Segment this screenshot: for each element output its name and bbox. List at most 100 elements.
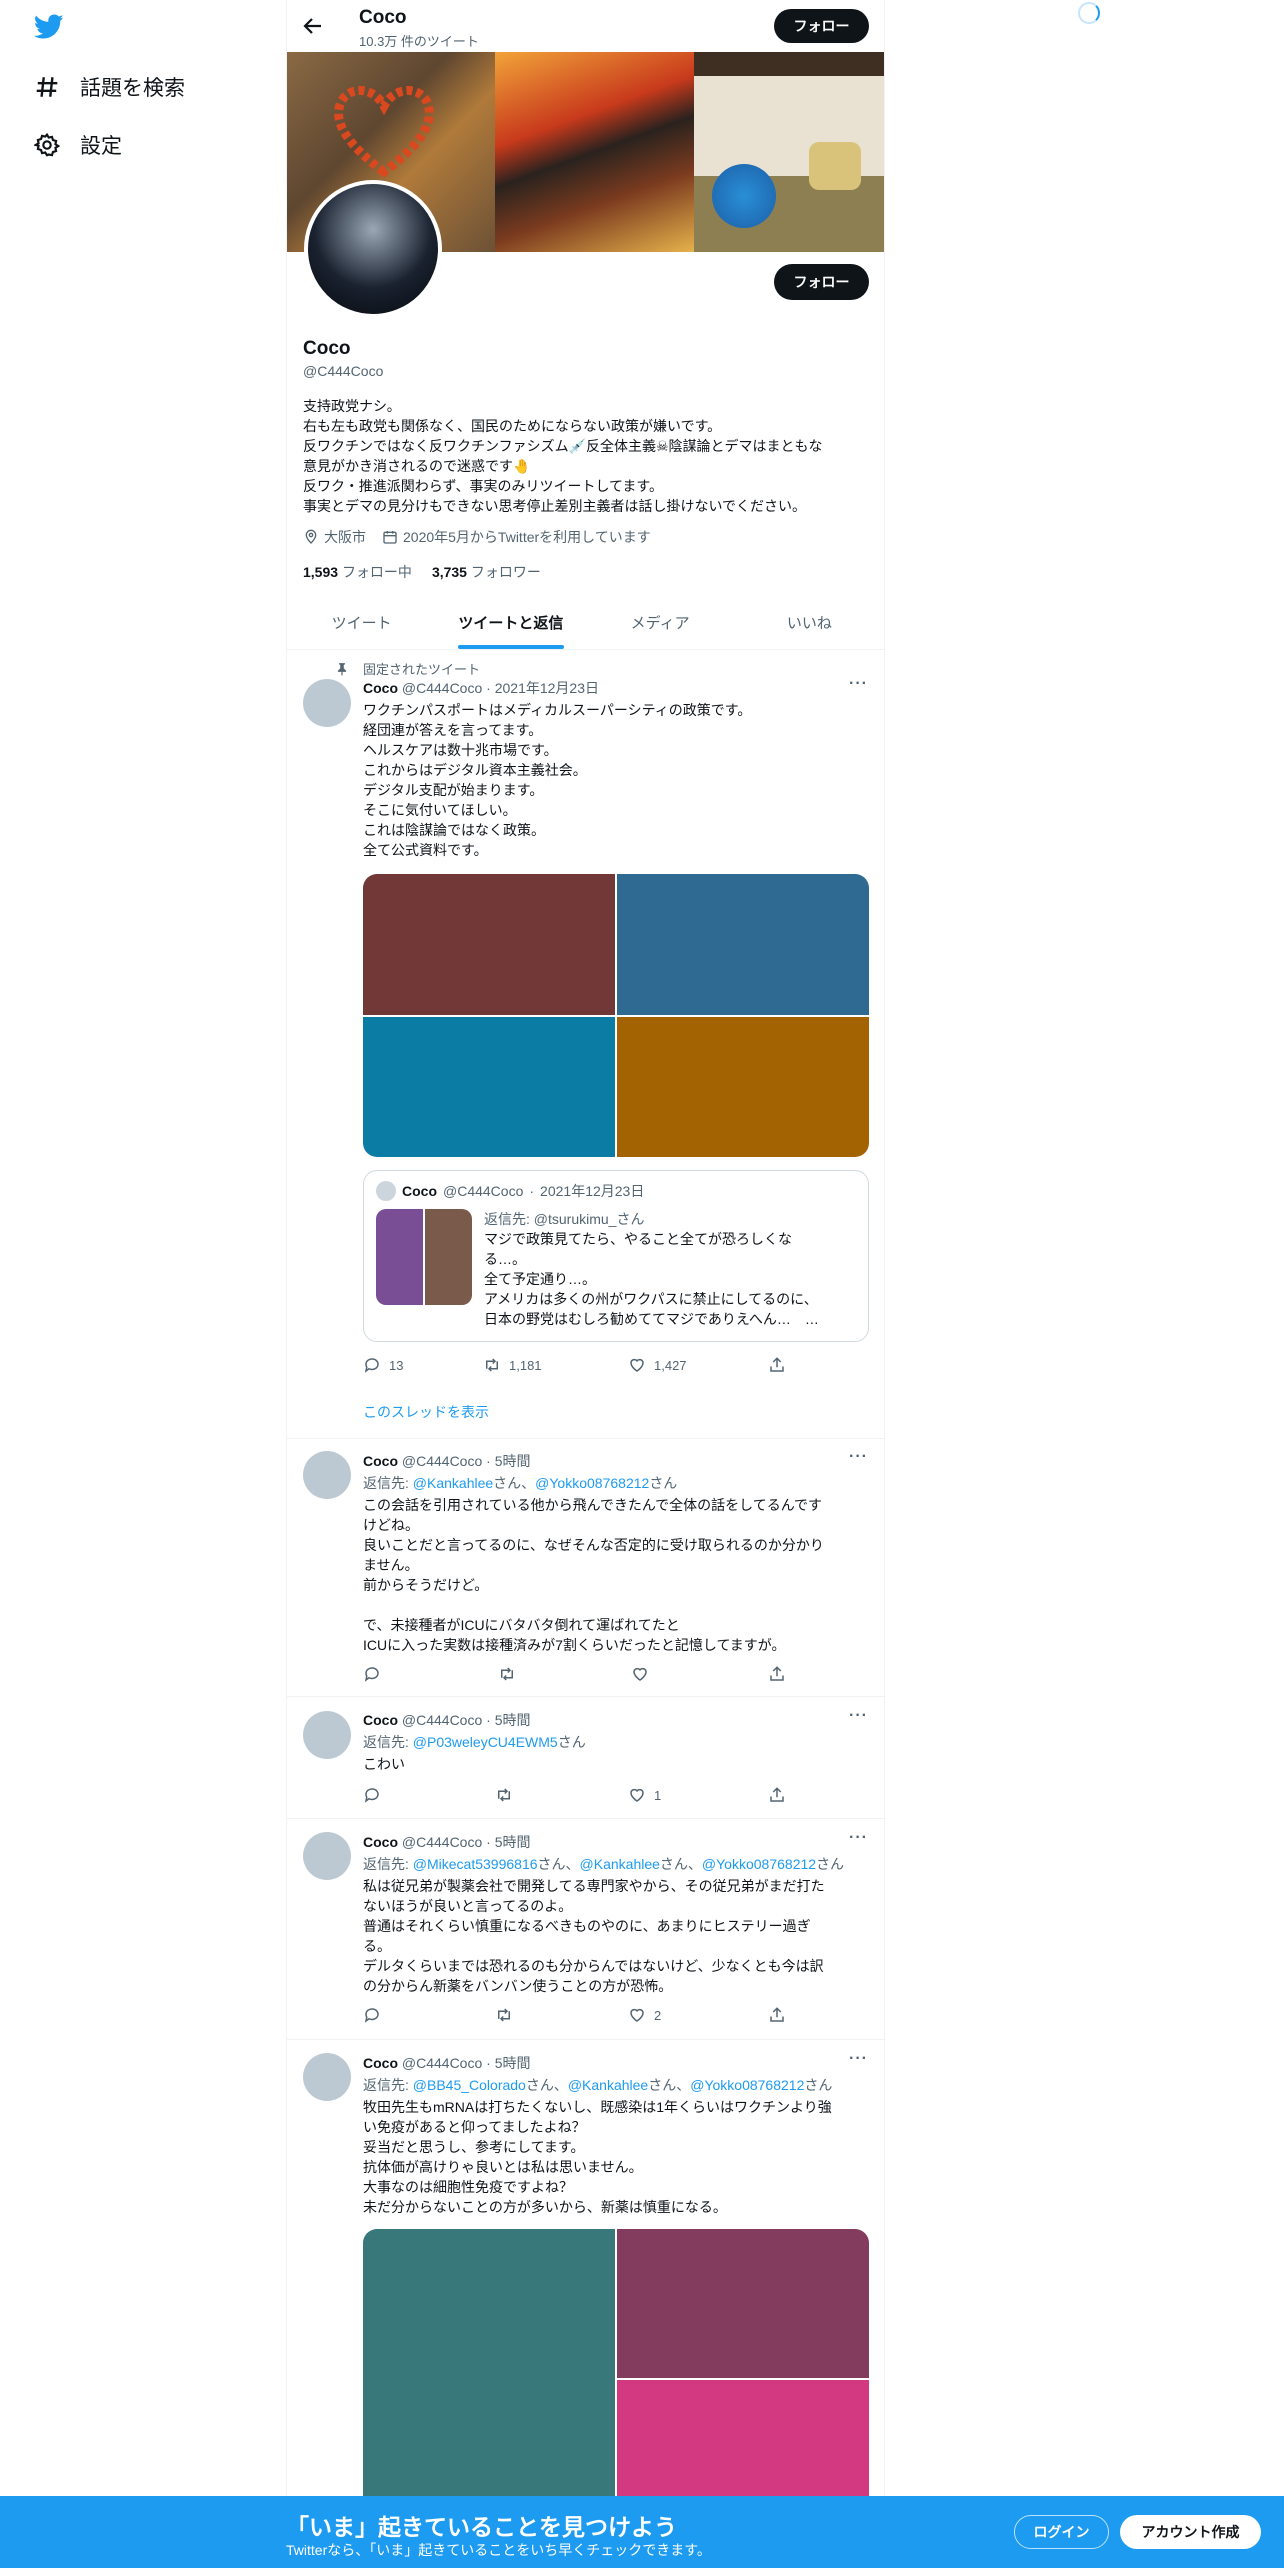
reply-user-link[interactable]: @Yokko08768212 <box>535 1475 649 1491</box>
avatar[interactable] <box>303 2053 351 2101</box>
bio-line: 右も左も政党も関係なく、国民のためにならない政策が嫌いです。 <box>303 418 722 434</box>
quoted-tweet[interactable]: Coco @C444Coco · 2021年12月23日 返信先: @tsuru… <box>363 1170 869 1342</box>
reply-user-link[interactable]: @BB45_Colorado <box>413 2077 526 2093</box>
reply-user-link[interactable]: @Kankahlee <box>413 1475 493 1491</box>
tweet[interactable]: Coco @C444Coco · 5時間 ··· 返信先: @Kankahlee… <box>287 1439 884 1697</box>
gear-icon <box>34 132 60 157</box>
reply-button[interactable] <box>363 2006 389 2024</box>
tweet[interactable]: Coco @C444Coco · 5時間 ··· 返信先: @P03weleyC… <box>287 1697 884 1819</box>
retweet-icon <box>498 2008 510 2022</box>
heart-icon <box>633 1667 647 1681</box>
tweet-line: これは陰謀論ではなく政策。 <box>363 822 545 838</box>
tweet[interactable]: Coco @C444Coco · 5時間 ··· 返信先: @Mikecat53… <box>287 1819 884 2040</box>
more-icon[interactable]: ··· <box>849 675 868 693</box>
tweet-line: ヘルスケアは数十兆市場です。 <box>363 742 558 758</box>
share-button[interactable] <box>768 1786 786 1804</box>
tweet-time[interactable]: 5時間 <box>495 1712 531 1728</box>
like-count: 1 <box>654 1787 662 1803</box>
follow-button[interactable]: フォロー <box>774 264 869 300</box>
hashtag-icon <box>36 77 58 97</box>
media-image[interactable] <box>363 874 615 1015</box>
nav-item-settings[interactable]: 設定 <box>34 130 122 160</box>
media-image[interactable] <box>363 1016 615 1157</box>
author-handle[interactable]: @C444Coco <box>402 1712 482 1728</box>
profile-avatar[interactable] <box>304 180 442 318</box>
san-suffix: さん <box>525 2077 554 2093</box>
tweet-media[interactable] <box>363 2229 869 2529</box>
media-image[interactable] <box>617 1016 869 1157</box>
follow-button-header[interactable]: フォロー <box>774 9 869 43</box>
reply-user-link[interactable]: @Yokko08768212 <box>702 1856 816 1872</box>
more-icon[interactable]: ··· <box>849 1707 868 1725</box>
share-button[interactable] <box>768 1665 786 1683</box>
banner-subtitle: Twitterなら、「いま」起きていることをいち早くチェックできます。 <box>286 2542 711 2558</box>
tweet-pinned[interactable]: 固定されたツイート Coco @C444Coco · 2021年12月23日 ·… <box>287 651 884 1439</box>
reply-user-link[interactable]: @Mikecat53996816 <box>413 1856 538 1872</box>
media-image[interactable] <box>617 2229 869 2378</box>
reply-button[interactable]: 13 <box>363 1356 403 1374</box>
author-handle[interactable]: @C444Coco <box>402 680 482 696</box>
tweet-time[interactable]: 5時間 <box>495 1834 531 1850</box>
reply-prefix: 返信先: <box>363 1856 409 1872</box>
share-button[interactable] <box>768 2006 786 2024</box>
reply-user-link[interactable]: @P03weleyCU4EWM5 <box>413 1734 558 1750</box>
reply-button[interactable] <box>363 1665 389 1683</box>
show-thread-link[interactable]: このスレッドを表示 <box>363 1402 489 1422</box>
reply-user-link[interactable]: @Kankahlee <box>580 1856 660 1872</box>
tab-tweets-and-replies[interactable]: ツイートと返信 <box>436 596 585 649</box>
more-icon[interactable]: ··· <box>849 1829 868 1847</box>
reply-to: 返信先: @Mikecat53996816さん、@Kankahleeさん、@Yo… <box>363 1856 845 1872</box>
share-button[interactable] <box>768 1356 786 1374</box>
tab-media[interactable]: メディア <box>586 596 735 649</box>
like-button[interactable]: 2 <box>628 2006 661 2024</box>
following-link[interactable]: 1,593 フォロー中 <box>303 562 412 582</box>
author-name[interactable]: Coco <box>363 1453 398 1469</box>
avatar[interactable] <box>303 1711 351 1759</box>
avatar[interactable] <box>303 1832 351 1880</box>
tab-likes[interactable]: いいね <box>735 596 884 649</box>
like-button[interactable]: 1 <box>628 1786 661 1804</box>
tweet-line: 大事なのは細胞性免疫ですよね？ <box>363 2179 573 2195</box>
tweet-line: この会話を引用されている他から飛んできたんで全体の話をしてるんです <box>363 1497 823 1513</box>
tweet-media[interactable] <box>363 874 869 1157</box>
reply-user-link[interactable]: @Yokko08768212 <box>690 2077 804 2093</box>
reply-user-link[interactable]: @Kankahlee <box>568 2077 648 2093</box>
followers-link[interactable]: 3,735 フォロワー <box>432 562 541 582</box>
avatar[interactable] <box>303 1451 351 1499</box>
more-icon[interactable]: ··· <box>849 1448 868 1466</box>
like-button[interactable]: 1,427 <box>628 1356 687 1374</box>
retweet-button[interactable] <box>495 1786 521 1804</box>
twitter-logo-icon[interactable] <box>34 14 64 40</box>
tab-tweets[interactable]: ツイート <box>287 596 436 649</box>
tweet-time[interactable]: 5時間 <box>495 1453 531 1469</box>
author-name[interactable]: Coco <box>363 1834 398 1850</box>
retweet-button[interactable] <box>498 1665 524 1683</box>
author-name[interactable]: Coco <box>363 1712 398 1728</box>
tweet-time[interactable]: 5時間 <box>495 2055 531 2071</box>
reply-button[interactable] <box>363 1786 389 1804</box>
avatar[interactable] <box>303 679 351 727</box>
back-arrow-icon[interactable] <box>301 14 325 38</box>
author-handle[interactable]: @C444Coco <box>402 2055 482 2071</box>
signup-button[interactable]: アカウント作成 <box>1120 2515 1261 2549</box>
nav-item-explore[interactable]: 話題を検索 <box>34 72 185 102</box>
media-image[interactable] <box>363 2229 615 2529</box>
location-pin-icon <box>305 529 317 544</box>
retweet-button[interactable] <box>495 2006 521 2024</box>
author-handle[interactable]: @C444Coco <box>402 1834 482 1850</box>
tweet-time[interactable]: 2021年12月23日 <box>495 680 599 696</box>
tweet-line: デルタくらいまでは恐れるのも分からんではないけど、少なくとも今は訳 <box>363 1958 824 1974</box>
author-name[interactable]: Coco <box>363 680 398 696</box>
tweet[interactable]: Coco @C444Coco · 5時間 ··· 返信先: @BB45_Colo… <box>287 2040 884 2529</box>
author-name[interactable]: Coco <box>363 2055 398 2071</box>
retweet-icon <box>486 1358 498 1372</box>
login-button[interactable]: ログイン <box>1014 2515 1109 2549</box>
nav-item-label: 話題を検索 <box>80 77 185 100</box>
media-image[interactable] <box>617 874 869 1015</box>
reply-to: 返信先: @BB45_Coloradoさん、@Kankahleeさん、@Yokk… <box>363 2077 833 2093</box>
more-icon[interactable]: ··· <box>849 2050 868 2068</box>
author-handle[interactable]: @C444Coco <box>402 1453 482 1469</box>
like-button[interactable] <box>631 1665 657 1683</box>
banner-title: 「いま」起きていることを見つけよう <box>286 2514 677 2540</box>
retweet-button[interactable]: 1,181 <box>483 1356 542 1374</box>
